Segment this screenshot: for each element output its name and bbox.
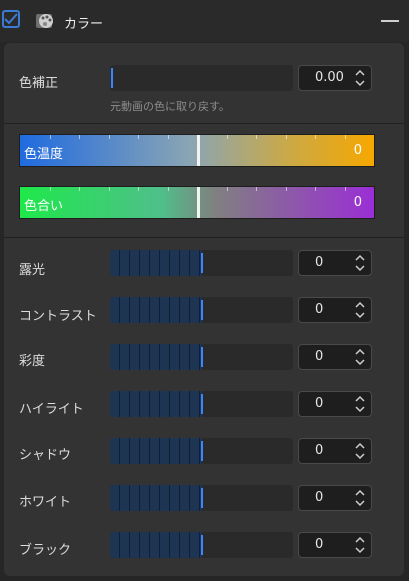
slider-handle[interactable]: [197, 135, 200, 166]
exposure-slider[interactable]: [110, 250, 293, 276]
scale-tick: [286, 187, 287, 191]
scale-tick: [256, 187, 257, 191]
white-slider[interactable]: [110, 485, 293, 511]
saturation-label: 彩度: [19, 354, 46, 369]
enable-checkbox[interactable]: [2, 10, 20, 28]
correction-label: 色補正: [19, 76, 59, 91]
spinner-arrows-icon[interactable]: [354, 347, 366, 367]
collapse-icon[interactable]: [381, 20, 399, 22]
spinner-arrows-icon[interactable]: [354, 441, 366, 461]
scale-tick: [345, 187, 346, 191]
slider-fill: [110, 532, 202, 558]
spinner-value: 0: [315, 255, 324, 270]
tint-label: 色合い: [24, 199, 64, 214]
slider-handle[interactable]: [197, 187, 200, 218]
scale-tick: [227, 135, 228, 139]
scale-tick: [227, 187, 228, 191]
scale-tick: [197, 187, 198, 191]
white-label: ホワイト: [19, 495, 72, 510]
exposure-spinner[interactable]: 0: [298, 250, 372, 276]
slider-handle[interactable]: [201, 394, 203, 414]
saturation-slider[interactable]: [110, 344, 293, 370]
shadow-spinner[interactable]: 0: [298, 438, 372, 464]
scale-tick: [109, 135, 110, 139]
slider-handle[interactable]: [201, 300, 203, 320]
slider-fill: [110, 344, 202, 370]
color-panel: 色補正 0.00 元動画の色に取り戻す。 色温度 0 色合い 0 露光 0 コン…: [4, 43, 404, 576]
check-icon: [4, 13, 18, 25]
spinner-value: 0: [315, 490, 324, 505]
scale-tick: [168, 187, 169, 191]
shadow-slider[interactable]: [110, 438, 293, 464]
tint-slider[interactable]: 色合い 0: [19, 186, 375, 219]
scale-tick: [50, 135, 51, 139]
slider-handle[interactable]: [201, 347, 203, 367]
scale-tick: [79, 135, 80, 139]
correction-slider[interactable]: [110, 65, 293, 91]
slider-handle[interactable]: [201, 488, 203, 508]
correction-hint: 元動画の色に取り戻す。: [110, 100, 230, 113]
slider-handle[interactable]: [201, 441, 203, 461]
exposure-label: 露光: [19, 263, 46, 278]
black-label: ブラック: [19, 543, 72, 558]
black-slider[interactable]: [110, 532, 293, 558]
color-temperature-value: 0: [353, 143, 362, 158]
color-temperature-slider[interactable]: 色温度 0: [19, 134, 375, 167]
slider-handle[interactable]: [201, 535, 203, 555]
slider-fill: [110, 250, 202, 276]
highlight-label: ハイライト: [19, 402, 84, 417]
white-spinner[interactable]: 0: [298, 485, 372, 511]
slider-fill: [110, 391, 202, 417]
black-spinner[interactable]: 0: [298, 532, 372, 558]
divider: [4, 123, 404, 124]
contrast-slider[interactable]: [110, 297, 293, 323]
spinner-arrows-icon[interactable]: [354, 253, 366, 273]
scale-tick: [315, 135, 316, 139]
slider-handle[interactable]: [111, 68, 113, 88]
scale-tick: [197, 135, 198, 139]
contrast-label: コントラスト: [19, 309, 97, 324]
scale-tick: [50, 187, 51, 191]
scale-tick: [256, 135, 257, 139]
scale-tick: [345, 135, 346, 139]
spinner-arrows-icon[interactable]: [354, 394, 366, 414]
spinner-value: 0: [315, 443, 324, 458]
scale-tick: [286, 135, 287, 139]
spinner-arrows-icon[interactable]: [354, 300, 366, 320]
correction-spinner[interactable]: 0.00: [298, 65, 372, 91]
scale-tick: [79, 187, 80, 191]
slider-fill: [110, 438, 202, 464]
spinner-value: 0: [315, 349, 324, 364]
slider-handle[interactable]: [201, 253, 203, 273]
contrast-spinner[interactable]: 0: [298, 297, 372, 323]
slider-fill: [110, 485, 202, 511]
slider-fill: [110, 297, 202, 323]
spinner-value: 0: [315, 537, 324, 552]
palette-icon: [36, 14, 53, 28]
scale-tick: [168, 135, 169, 139]
spinner-arrows-icon[interactable]: [354, 68, 366, 88]
tint-value: 0: [353, 195, 362, 210]
divider: [4, 237, 404, 238]
scale-tick: [138, 187, 139, 191]
highlight-spinner[interactable]: 0: [298, 391, 372, 417]
scale-tick: [109, 187, 110, 191]
spinner-arrows-icon[interactable]: [354, 535, 366, 555]
highlight-slider[interactable]: [110, 391, 293, 417]
spinner-arrows-icon[interactable]: [354, 488, 366, 508]
scale-tick: [315, 187, 316, 191]
color-temperature-label: 色温度: [24, 147, 64, 162]
section-header: カラー: [0, 0, 409, 42]
section-title: カラー: [64, 17, 104, 32]
scale-tick: [138, 135, 139, 139]
spinner-value: 0: [315, 302, 324, 317]
spinner-value: 0: [315, 396, 324, 411]
saturation-spinner[interactable]: 0: [298, 344, 372, 370]
spinner-value: 0.00: [315, 70, 344, 85]
shadow-label: シャドウ: [19, 448, 72, 463]
